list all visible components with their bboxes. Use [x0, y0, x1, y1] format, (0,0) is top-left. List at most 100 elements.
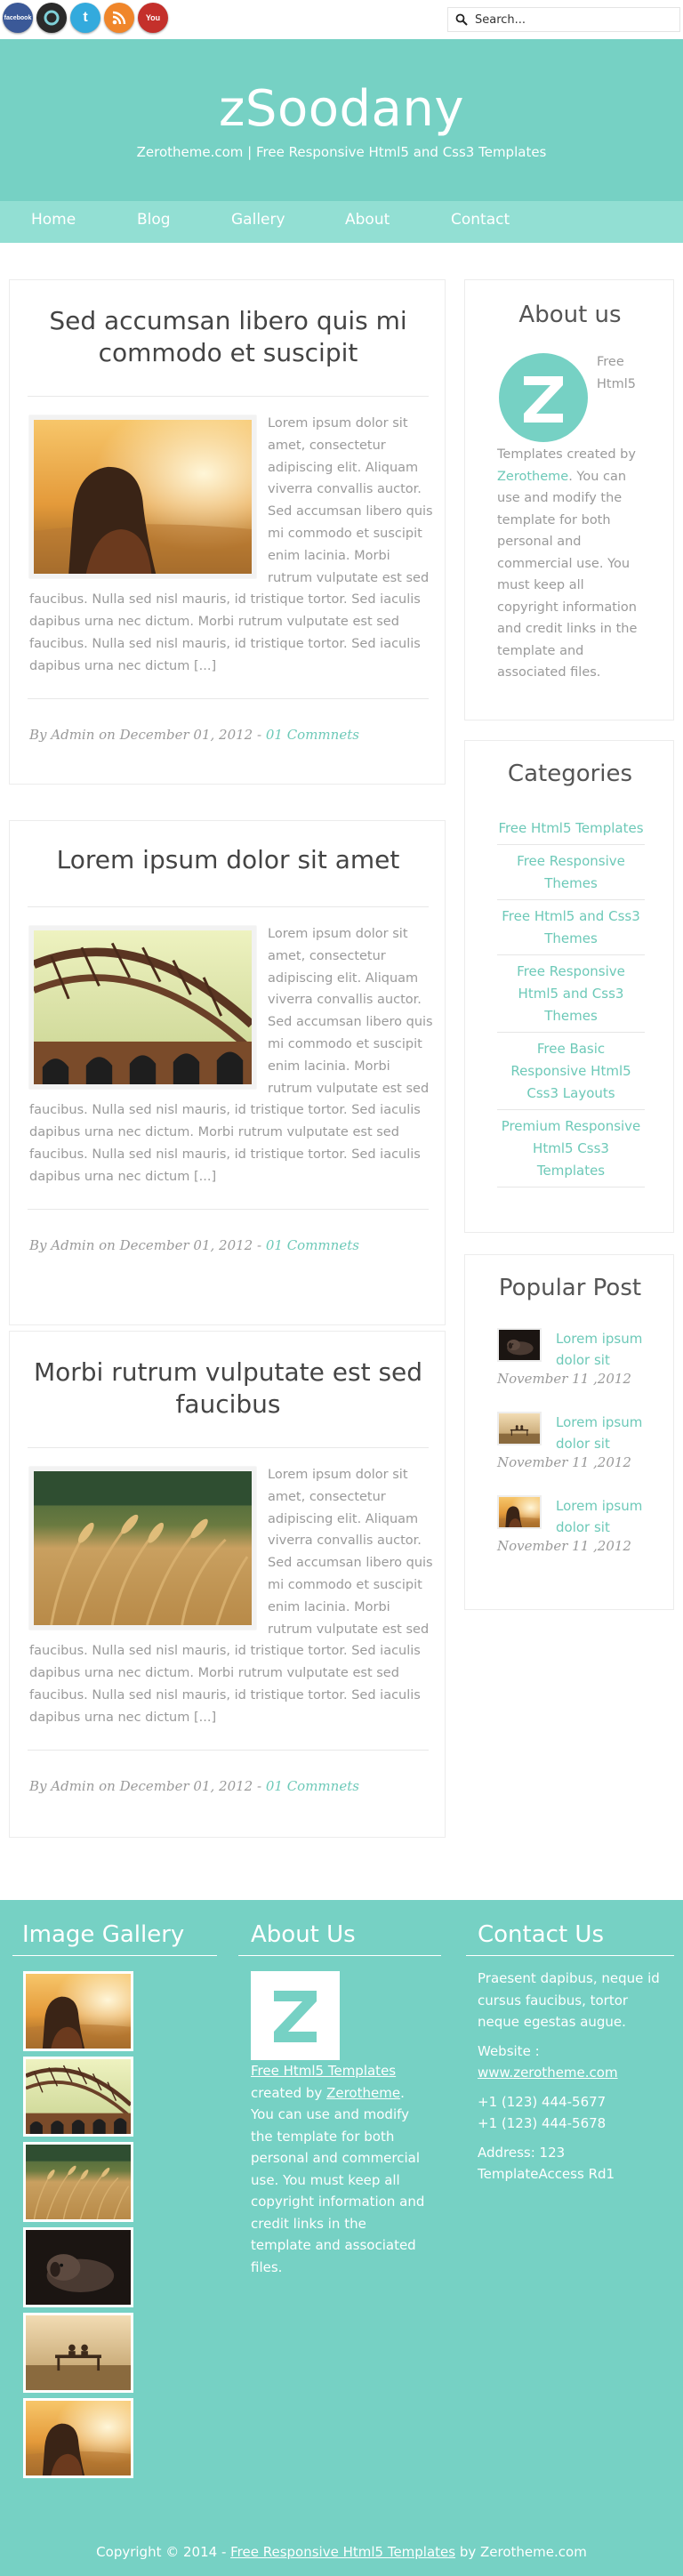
divider: [28, 396, 429, 397]
gallery-image[interactable]: [23, 2398, 133, 2478]
youtube-icon[interactable]: You: [138, 3, 168, 33]
category-item[interactable]: Free Basic Responsive Html5 Css3 Layouts: [497, 1033, 645, 1110]
search-box: [447, 7, 680, 32]
site-header: zSoodany Zerotheme.com | Free Responsive…: [0, 39, 683, 201]
gallery-image[interactable]: [23, 2142, 133, 2222]
search-icon[interactable]: [455, 13, 468, 26]
divider: [28, 1209, 429, 1210]
divider: [28, 698, 429, 699]
divider: [466, 1955, 674, 1956]
divider: [12, 1955, 217, 1956]
zerotheme-logo-icon: [251, 1971, 340, 2060]
comments-link[interactable]: 01 Commnets: [266, 727, 359, 743]
widget-title: Popular Post: [498, 1275, 642, 1301]
divider: [28, 1750, 429, 1751]
post-excerpt: Lorem ipsum dolor sit amet, consectetur …: [29, 1468, 433, 1725]
footer-gallery-column: Image Gallery: [0, 1921, 217, 1956]
search-input[interactable]: [475, 12, 675, 28]
nav-about[interactable]: About: [345, 211, 390, 229]
post-title[interactable]: Lorem ipsum dolor sit amet: [10, 844, 446, 876]
category-list: Free Html5 Templates Free Responsive The…: [497, 812, 645, 1187]
popular-post-image[interactable]: [497, 1328, 542, 1362]
popular-post-title[interactable]: Lorem ipsum dolor sit: [556, 1412, 654, 1454]
main-nav: Home Blog Gallery About Contact: [0, 201, 683, 243]
popular-post-title[interactable]: Lorem ipsum dolor sit: [556, 1495, 654, 1538]
website-link[interactable]: www.zerotheme.com: [478, 2065, 618, 2081]
post-meta: By Admin on December 01, 2012 - 01 Commn…: [29, 727, 359, 743]
popular-post-widget: Popular Post Lorem ipsum dolor sit Novem…: [464, 1254, 674, 1610]
categories-widget: Categories Free Html5 Templates Free Res…: [464, 740, 674, 1233]
popular-post-date: November 11 ,2012: [497, 1538, 631, 1554]
gallery-image[interactable]: [23, 2227, 133, 2307]
nav-gallery[interactable]: Gallery: [231, 211, 285, 229]
phone-1: +1 (123) 444-5677: [478, 2093, 607, 2110]
category-item[interactable]: Free Html5 and Css3 Themes: [497, 900, 645, 955]
category-item[interactable]: Free Responsive Html5 and Css3 Themes: [497, 955, 645, 1033]
copyright-link[interactable]: Free Responsive Html5 Templates: [230, 2544, 455, 2560]
site-footer: Image Gallery About Us Free Html5 Templa…: [0, 1900, 683, 2576]
footer-zerotheme-link[interactable]: Zerotheme: [326, 2085, 400, 2101]
post-title[interactable]: Sed accumsan libero quis mi commodo et su…: [10, 305, 446, 369]
comments-link[interactable]: 01 Commnets: [266, 1237, 359, 1253]
blog-post: Lorem ipsum dolor sit amet Lorem ipsum d…: [9, 820, 446, 1325]
footer-contact-info: Praesent dapibus, neque id cursus faucib…: [478, 1968, 664, 2193]
site-tagline: Zerotheme.com | Free Responsive Html5 an…: [136, 144, 547, 160]
about-widget: About us Free Html5 Templates created by…: [464, 279, 674, 720]
popular-post-image[interactable]: [497, 1412, 542, 1445]
social-icons: facebook t You: [3, 3, 168, 33]
popular-post-image[interactable]: [497, 1495, 542, 1529]
gallery-image[interactable]: [23, 1971, 133, 2051]
blog-post: Morbi rutrum vulputate est sed faucibus L…: [9, 1331, 446, 1838]
popular-post-item: Lorem ipsum dolor sit November 11 ,2012: [497, 1495, 657, 1566]
footer-contact-column: Contact Us: [466, 1921, 674, 1956]
post-excerpt: Lorem ipsum dolor sit amet, consectetur …: [29, 927, 433, 1184]
gallery-image[interactable]: [23, 2313, 133, 2393]
site-title[interactable]: zSoodany: [0, 80, 683, 138]
comments-link[interactable]: 01 Commnets: [266, 1778, 359, 1794]
popular-post-title[interactable]: Lorem ipsum dolor sit: [556, 1328, 654, 1371]
footer-about-text: Free Html5 Templates created by Zerothem…: [251, 2063, 425, 2275]
website-label: Website :: [478, 2042, 540, 2059]
footer-logo[interactable]: [251, 1971, 340, 2060]
widget-title: About us: [518, 302, 622, 328]
nav-home[interactable]: Home: [31, 211, 76, 229]
footer-templates-link[interactable]: Free Html5 Templates: [251, 2063, 396, 2079]
footer-gallery-title: Image Gallery: [22, 1921, 185, 1948]
post-excerpt: Lorem ipsum dolor sit amet, consectetur …: [29, 416, 433, 673]
zerotheme-link[interactable]: Zerotheme: [497, 470, 568, 484]
rss-glyph-icon: [112, 11, 126, 25]
facebook-icon[interactable]: facebook: [3, 3, 33, 33]
digg-icon[interactable]: [36, 3, 67, 33]
nav-blog[interactable]: Blog: [137, 211, 171, 229]
divider: [28, 1447, 429, 1448]
category-item[interactable]: Free Responsive Themes: [497, 845, 645, 900]
post-title[interactable]: Morbi rutrum vulputate est sed faucibus: [10, 1356, 446, 1421]
phone-2: +1 (123) 444-5678: [478, 2115, 607, 2131]
footer-about-title: About Us: [251, 1921, 356, 1948]
widget-title: Categories: [507, 761, 633, 787]
footer-contact-title: Contact Us: [478, 1921, 604, 1948]
gallery-image[interactable]: [23, 2057, 133, 2137]
category-item[interactable]: Premium Responsive Html5 Css3 Templates: [497, 1110, 645, 1187]
popular-post-item: Lorem ipsum dolor sit November 11 ,2012: [497, 1328, 657, 1399]
contact-intro: Praesent dapibus, neque id cursus faucib…: [478, 1970, 660, 2030]
category-item[interactable]: Free Html5 Templates: [497, 812, 645, 845]
image-gallery: [23, 1971, 133, 2483]
footer-about-column: About Us: [238, 1921, 441, 1956]
post-meta: By Admin on December 01, 2012 - 01 Commn…: [29, 1778, 359, 1794]
blog-post: Sed accumsan libero quis mi commodo et su…: [9, 279, 446, 785]
nav-contact[interactable]: Contact: [451, 211, 510, 229]
twitter-icon[interactable]: t: [70, 3, 100, 33]
popular-post-date: November 11 ,2012: [497, 1371, 631, 1387]
top-bar: facebook t You: [0, 0, 683, 39]
address: Address: 123 TemplateAccess Rd1: [478, 2144, 615, 2183]
popular-post-date: November 11 ,2012: [497, 1454, 631, 1470]
rss-icon[interactable]: [104, 3, 134, 33]
popular-post-item: Lorem ipsum dolor sit November 11 ,2012: [497, 1412, 657, 1483]
about-text: Free Html5 Templates created by Zerothem…: [497, 355, 638, 680]
divider: [28, 906, 429, 907]
digg-glyph-icon: [44, 10, 60, 26]
divider: [238, 1955, 441, 1956]
post-meta: By Admin on December 01, 2012 - 01 Commn…: [29, 1237, 359, 1253]
copyright: Copyright © 2014 - Free Responsive Html5…: [96, 2544, 587, 2560]
